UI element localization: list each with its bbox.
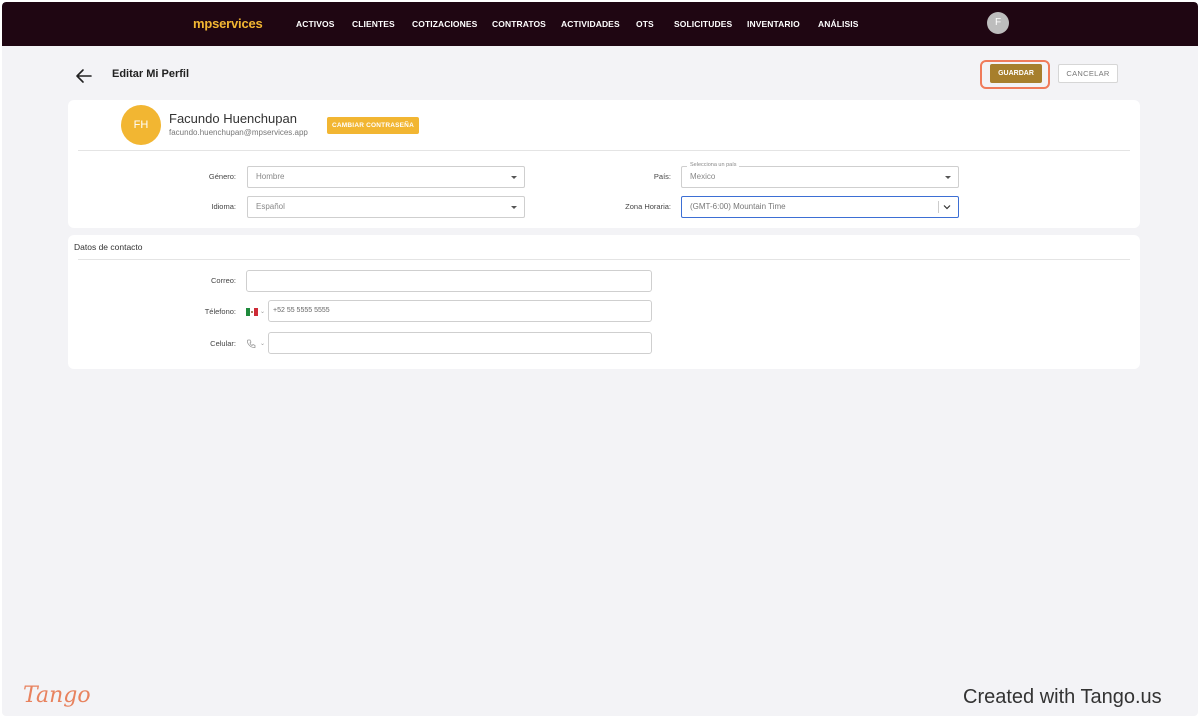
pais-value: Mexico xyxy=(690,172,716,181)
nav-item-solicitudes[interactable]: SOLICITUDES xyxy=(674,19,732,29)
chevron-down-icon[interactable]: ⌄ xyxy=(260,308,265,315)
contact-card: Datos de contacto Correo: Télefono: +52 … xyxy=(68,235,1140,369)
contact-section-title: Datos de contacto xyxy=(74,242,143,252)
contact-divider xyxy=(78,259,1130,260)
chevron-down-icon[interactable]: ⌄ xyxy=(260,340,265,347)
correo-label: Correo: xyxy=(210,276,236,285)
genero-value: Hombre xyxy=(256,172,285,181)
nav-item-actividades[interactable]: ACTIVIDADES xyxy=(561,19,620,29)
page-title: Editar Mi Perfil xyxy=(112,68,190,80)
nav-item-inventario[interactable]: INVENTARIO xyxy=(747,19,800,29)
pais-floating-label: Selecciona un país xyxy=(687,161,740,169)
profile-divider xyxy=(78,150,1130,151)
profile-name: Facundo Huenchupan xyxy=(169,111,297,126)
caret-down-icon xyxy=(945,176,951,179)
idioma-value: Español xyxy=(256,202,285,211)
caret-down-icon xyxy=(511,206,517,209)
idioma-select[interactable]: Español xyxy=(247,196,525,218)
zona-horaria-value: (GMT-6:00) Mountain Time xyxy=(690,202,786,211)
nav-item-cotizaciones[interactable]: COTIZACIONES xyxy=(412,19,477,29)
zona-horaria-select[interactable]: (GMT-6:00) Mountain Time xyxy=(681,196,959,218)
mexico-flag-icon[interactable] xyxy=(246,308,258,316)
cancel-button[interactable]: CANCELAR xyxy=(1058,64,1118,83)
chevron-down-icon[interactable] xyxy=(941,201,953,213)
correo-input[interactable] xyxy=(246,270,652,292)
profile-avatar: FH xyxy=(121,105,161,145)
profile-card: FH Facundo Huenchupan facundo.huenchupan… xyxy=(68,100,1140,228)
change-password-button[interactable]: CAMBIAR CONTRASEÑA xyxy=(327,117,419,134)
pais-select[interactable]: Selecciona un país Mexico xyxy=(681,161,959,188)
brand-logo[interactable]: mpservices xyxy=(193,16,263,31)
nav-item-contratos[interactable]: CONTRATOS xyxy=(492,19,546,29)
genero-label: Género: xyxy=(208,172,236,181)
save-button[interactable]: GUARDAR xyxy=(990,64,1042,83)
select-separator xyxy=(938,201,939,213)
celular-label: Celular: xyxy=(210,339,236,348)
telefono-input[interactable]: +52 55 5555 5555 xyxy=(268,300,652,322)
caret-down-icon xyxy=(511,176,517,179)
back-arrow-icon[interactable] xyxy=(75,68,93,84)
nav-item-ots[interactable]: OTS xyxy=(636,19,654,29)
nav-item-analisis[interactable]: ANÁLISIS xyxy=(818,19,858,29)
app-frame: mpservices ACTIVOS CLIENTES COTIZACIONES… xyxy=(2,2,1198,716)
brand-prefix: mp xyxy=(193,16,213,31)
idioma-label: Idioma: xyxy=(211,202,236,211)
tango-logo: Tango xyxy=(23,683,91,708)
genero-select[interactable]: Hombre xyxy=(247,166,525,188)
nav-item-clientes[interactable]: CLIENTES xyxy=(352,19,395,29)
tango-credit: Created with Tango.us xyxy=(963,686,1162,708)
brand-suffix: services xyxy=(212,16,263,31)
top-navbar: mpservices ACTIVOS CLIENTES COTIZACIONES… xyxy=(2,2,1198,46)
profile-email: facundo.huenchupan@mpservices.app xyxy=(169,128,308,137)
phone-icon[interactable] xyxy=(246,339,256,349)
nav-item-activos[interactable]: ACTIVOS xyxy=(296,19,334,29)
celular-input[interactable] xyxy=(268,332,652,354)
telefono-label: Télefono: xyxy=(204,307,236,316)
user-avatar[interactable]: F xyxy=(987,12,1009,34)
zona-horaria-label: Zona Horaria: xyxy=(625,202,671,211)
pais-label: País: xyxy=(653,172,671,181)
